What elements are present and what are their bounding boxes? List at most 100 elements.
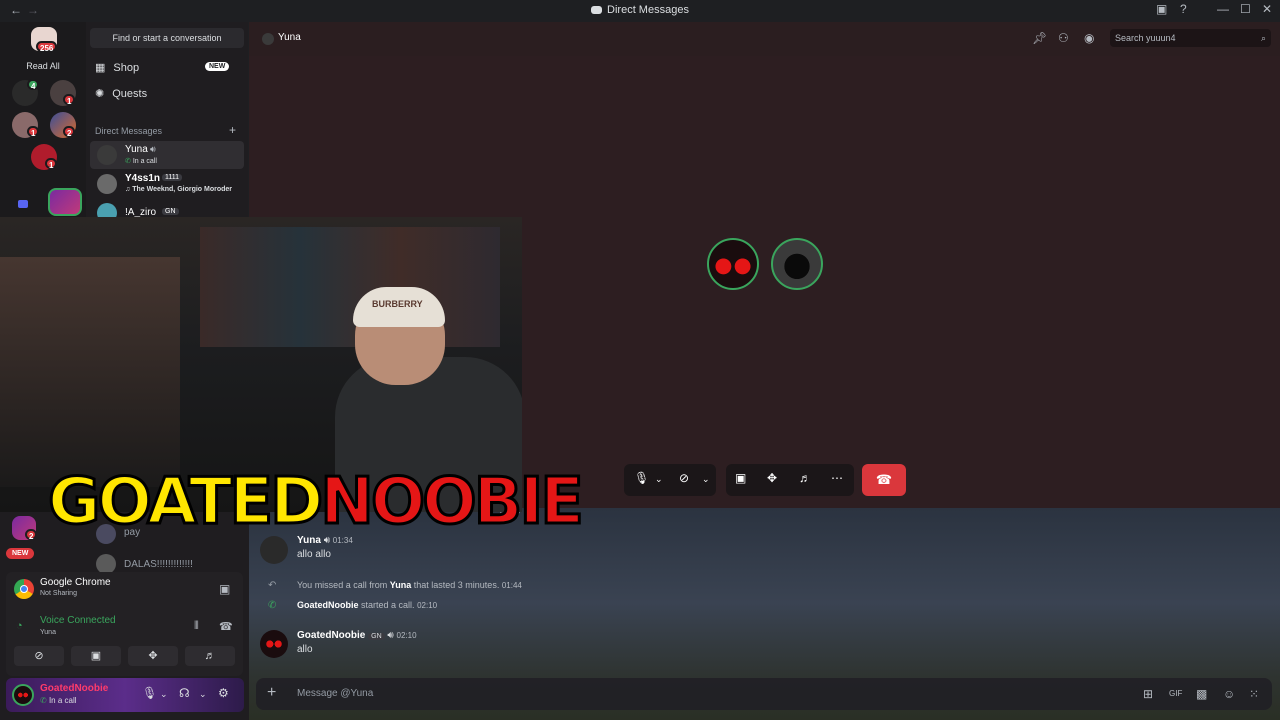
dm-name: Y4ss1n bbox=[125, 173, 161, 184]
screen-icon[interactable]: ▣ bbox=[1156, 2, 1167, 16]
message-author[interactable]: Yuna bbox=[390, 580, 412, 590]
clan-tag: GN bbox=[162, 208, 179, 215]
message-input-bar[interactable] bbox=[256, 678, 1272, 710]
missed-call-prefix: You missed a call from bbox=[297, 580, 388, 590]
disconnect-icon[interactable]: ☎ bbox=[219, 620, 233, 633]
shop-icon: ▦ bbox=[95, 62, 106, 74]
user-name[interactable]: GoatedNoobie bbox=[40, 683, 108, 694]
call-started-text: started a call. bbox=[361, 600, 415, 610]
missed-call-icon: ↶ bbox=[268, 580, 277, 591]
avatar bbox=[260, 536, 288, 564]
message-placeholder: Message @Yuna bbox=[297, 688, 374, 699]
participant-avatar[interactable] bbox=[707, 238, 759, 290]
quests-label: Quests bbox=[112, 87, 148, 100]
voice-connected-title[interactable]: Voice Connected bbox=[40, 615, 116, 626]
avatar bbox=[97, 174, 117, 194]
soundboard-icon[interactable]: ♬ bbox=[799, 471, 811, 485]
help-icon[interactable]: ? bbox=[1180, 2, 1187, 16]
search-placeholder: Search yuuun4 bbox=[1115, 33, 1176, 43]
folder-icon[interactable] bbox=[18, 200, 28, 208]
emoji-icon[interactable]: ☺ bbox=[1223, 687, 1235, 701]
dm-name: Yuna bbox=[125, 144, 148, 155]
shop-nav-item[interactable]: ▦ Shop bbox=[95, 61, 140, 75]
message-input[interactable]: Message @Yuna bbox=[297, 688, 373, 699]
clan-tag: 1111 bbox=[162, 174, 183, 181]
close-icon[interactable]: ✕ bbox=[1262, 2, 1272, 16]
missed-call-suffix: that lasted 3 minutes. bbox=[413, 580, 500, 590]
dm-name[interactable]: DALAS!!!!!!!!!!!!! bbox=[124, 559, 193, 570]
hangup-button[interactable]: ☎ bbox=[862, 464, 906, 496]
dm-status-text: In a call bbox=[132, 158, 157, 165]
logo-red-text: NOOBIE bbox=[319, 465, 586, 539]
header-avatar bbox=[262, 33, 274, 45]
chrome-icon-center bbox=[20, 585, 28, 593]
camera-off-icon[interactable]: ⊘ bbox=[679, 471, 689, 485]
sticker-icon[interactable]: ▩ bbox=[1196, 687, 1207, 701]
minimize-icon[interactable]: — bbox=[1217, 2, 1229, 16]
activities-button[interactable]: ✥ bbox=[128, 646, 178, 666]
phone-icon: ✆ bbox=[40, 696, 49, 705]
attach-plus-icon[interactable]: + bbox=[267, 684, 276, 702]
search-input[interactable]: Search yuuun4 ⌕ bbox=[1110, 29, 1271, 47]
call-started-message: GoatedNoobie started a call. 02:10 bbox=[297, 600, 437, 610]
profile-icon[interactable]: ◉ bbox=[1084, 31, 1094, 45]
camera-button[interactable]: ⊘ bbox=[14, 646, 64, 666]
dm-item-y4ss1n[interactable]: Y4ss1n 1111 ♫ The Weeknd, Giorgio Morode… bbox=[90, 170, 244, 198]
chevron-down-icon[interactable]: ⌄ bbox=[655, 474, 663, 485]
pin-icon[interactable]: 📌︎ bbox=[1032, 31, 1047, 45]
message-author[interactable]: GoatedNoobie bbox=[297, 630, 365, 641]
shop-label: Shop bbox=[113, 61, 140, 74]
more-icon[interactable]: ⋯ bbox=[831, 471, 843, 485]
message-text: allo allo bbox=[297, 549, 331, 560]
soundboard-button[interactable]: ♬ bbox=[185, 646, 235, 666]
window-title: Direct Messages bbox=[0, 4, 1280, 16]
chat-title: Yuna bbox=[278, 32, 301, 43]
screen-share-icon: ▣ bbox=[90, 650, 102, 662]
participant-avatar[interactable] bbox=[771, 238, 823, 290]
new-badge: NEW bbox=[205, 62, 230, 71]
quests-nav-item[interactable]: ✺ Quests bbox=[95, 87, 148, 101]
user-status: ✆ In a call bbox=[40, 696, 77, 705]
screen-share-icon[interactable]: ▣ bbox=[735, 471, 746, 485]
screen-share-button[interactable]: ▣ bbox=[71, 646, 121, 666]
dm-item-aziro[interactable]: !A_ziro GN bbox=[90, 199, 244, 223]
dm-item-yuna[interactable]: Yuna 🔊︎ ✆ In a call bbox=[90, 141, 244, 169]
gift-icon[interactable]: ⊞ bbox=[1143, 687, 1153, 701]
message-author[interactable]: GoatedNoobie bbox=[297, 600, 359, 610]
create-dm-icon[interactable]: + bbox=[229, 123, 236, 137]
headphones-icon[interactable]: ☊ bbox=[179, 686, 190, 700]
message-time: 02:10 bbox=[417, 601, 438, 610]
speaker-icon: 🔊︎ bbox=[387, 630, 397, 641]
hangup-icon: ☎ bbox=[875, 472, 893, 487]
gif-icon[interactable]: GIF bbox=[1169, 689, 1182, 698]
activities-icon: ✥ bbox=[148, 650, 158, 662]
activities-icon[interactable]: ✥ bbox=[767, 471, 777, 485]
settings-gear-icon[interactable]: ⚙ bbox=[218, 686, 229, 700]
signal-icon: ◔ bbox=[16, 620, 23, 632]
read-all-button[interactable]: Read All bbox=[0, 61, 86, 71]
chevron-down-icon[interactable]: ⌄ bbox=[160, 689, 168, 700]
cap-text: BURBERRY bbox=[372, 299, 423, 309]
voice-channel[interactable]: Yuna bbox=[40, 629, 56, 636]
user-avatar[interactable] bbox=[12, 684, 34, 706]
webcam-background-left bbox=[0, 257, 180, 487]
noise-suppression-icon[interactable]: ⦀ bbox=[194, 620, 199, 633]
share-screen-icon[interactable]: ▣ bbox=[219, 582, 230, 596]
find-conversation-button[interactable]: Find or start a conversation bbox=[90, 28, 244, 48]
server-folder[interactable] bbox=[48, 188, 82, 216]
camera-off-icon: ⊘ bbox=[34, 650, 44, 662]
soundboard-icon: ♬ bbox=[204, 650, 216, 662]
mic-icon[interactable]: 🎙︎ bbox=[634, 471, 649, 485]
chevron-down-icon[interactable]: ⌄ bbox=[199, 689, 207, 700]
chevron-down-icon[interactable]: ⌄ bbox=[702, 474, 710, 485]
mic-icon[interactable]: 🎙︎ bbox=[142, 686, 157, 700]
search-icon: ⌕ bbox=[1260, 33, 1266, 43]
app-status: Not Sharing bbox=[40, 590, 77, 597]
speaker-icon: 🔊︎ bbox=[150, 144, 156, 154]
home-badge: 256 bbox=[36, 41, 58, 53]
avatar bbox=[260, 630, 288, 658]
add-friend-icon[interactable]: ⚇ bbox=[1058, 31, 1069, 45]
maximize-icon[interactable]: ☐ bbox=[1240, 2, 1251, 16]
apps-icon[interactable]: ⁙ bbox=[1249, 687, 1259, 701]
new-pill[interactable]: NEW bbox=[6, 548, 35, 559]
